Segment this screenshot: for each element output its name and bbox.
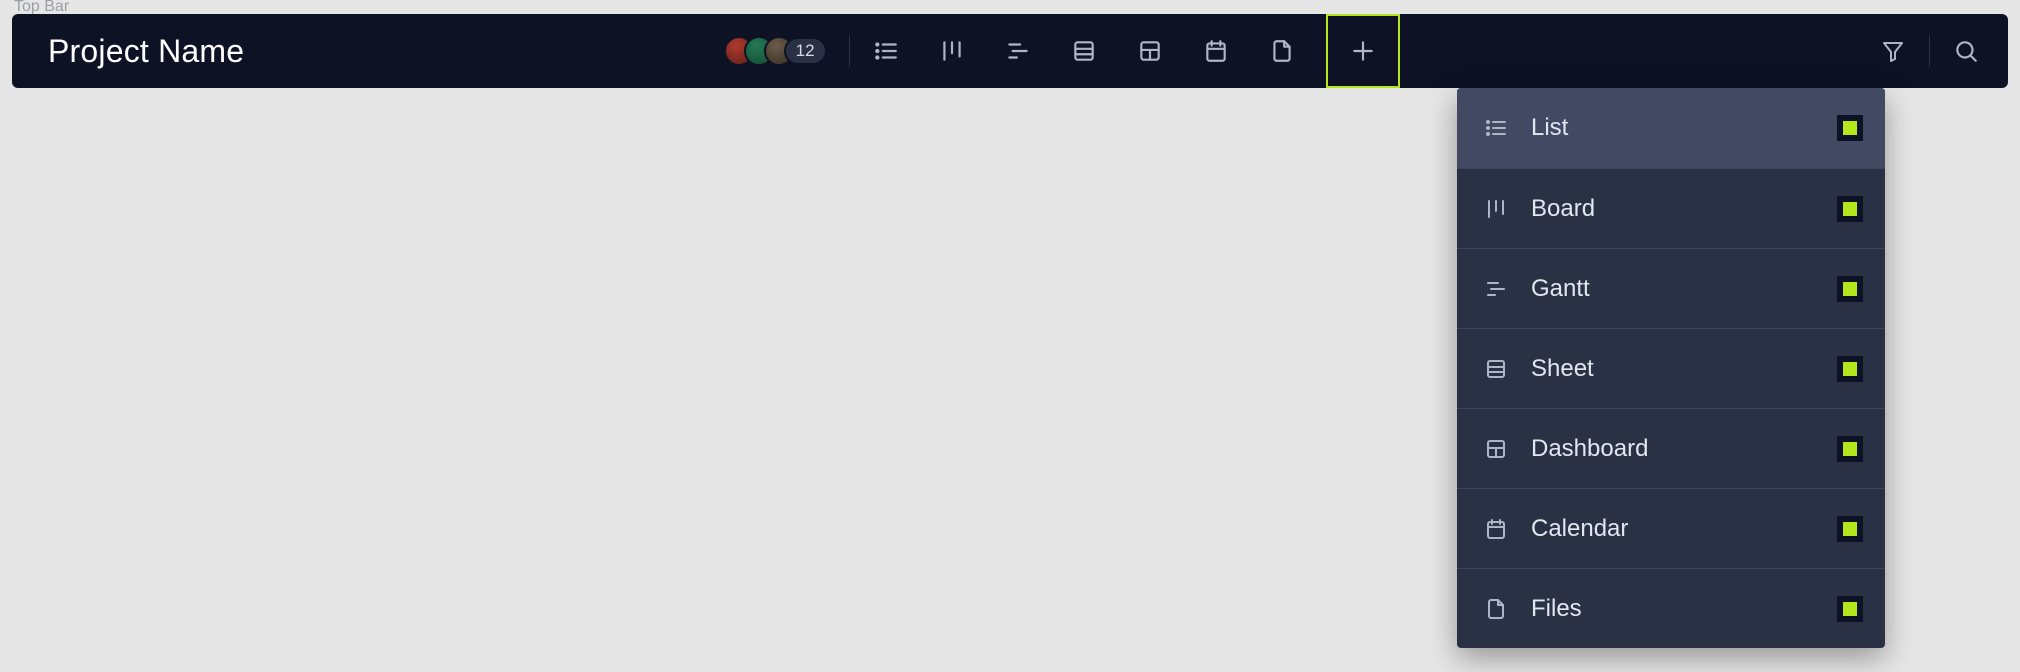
- list-icon: [1483, 115, 1509, 141]
- dropdown-item-list[interactable]: List: [1457, 88, 1885, 168]
- gantt-icon: [1483, 276, 1509, 302]
- files-icon: [1483, 596, 1509, 622]
- dropdown-item-label: Dashboard: [1531, 435, 1648, 463]
- project-title: Project Name: [48, 33, 244, 70]
- status-badge: [1837, 516, 1863, 542]
- board-icon: [1483, 196, 1509, 222]
- top-bar: Project Name 12: [12, 14, 2008, 88]
- calendar-icon: [1483, 516, 1509, 542]
- sheet-icon[interactable]: [1070, 37, 1098, 65]
- search-icon[interactable]: [1952, 37, 1980, 65]
- files-icon[interactable]: [1268, 37, 1296, 65]
- sheet-icon: [1483, 356, 1509, 382]
- avatar-count[interactable]: 12: [784, 37, 827, 65]
- calendar-icon[interactable]: [1202, 37, 1230, 65]
- dropdown-item-label: List: [1531, 114, 1568, 142]
- dashboard-icon: [1483, 436, 1509, 462]
- dropdown-item-files[interactable]: Files: [1457, 568, 1885, 648]
- dropdown-item-label: Gantt: [1531, 275, 1590, 303]
- topbar-center-group: 12: [724, 14, 1400, 88]
- status-badge: [1837, 356, 1863, 382]
- board-icon[interactable]: [938, 37, 966, 65]
- dropdown-item-label: Calendar: [1531, 515, 1628, 543]
- dropdown-item-dashboard[interactable]: Dashboard: [1457, 408, 1885, 488]
- dropdown-item-label: Board: [1531, 195, 1595, 223]
- status-badge: [1837, 436, 1863, 462]
- dropdown-item-board[interactable]: Board: [1457, 168, 1885, 248]
- divider: [849, 35, 850, 67]
- dropdown-item-calendar[interactable]: Calendar: [1457, 488, 1885, 568]
- dropdown-item-label: Files: [1531, 595, 1582, 623]
- gantt-icon[interactable]: [1004, 37, 1032, 65]
- list-icon[interactable]: [872, 37, 900, 65]
- divider: [1929, 35, 1930, 67]
- dashboard-icon[interactable]: [1136, 37, 1164, 65]
- status-badge: [1837, 115, 1863, 141]
- status-badge: [1837, 596, 1863, 622]
- add-view-button[interactable]: [1326, 14, 1400, 88]
- view-tabs: [872, 37, 1296, 65]
- add-view-dropdown: List Board Gantt Sheet Dashboard Calenda: [1457, 88, 1885, 648]
- status-badge: [1837, 276, 1863, 302]
- dropdown-item-label: Sheet: [1531, 355, 1594, 383]
- dropdown-item-gantt[interactable]: Gantt: [1457, 248, 1885, 328]
- filter-icon[interactable]: [1879, 37, 1907, 65]
- avatars-stack[interactable]: 12: [724, 36, 827, 66]
- status-badge: [1837, 196, 1863, 222]
- dropdown-item-sheet[interactable]: Sheet: [1457, 328, 1885, 408]
- topbar-right-group: [1879, 35, 1980, 67]
